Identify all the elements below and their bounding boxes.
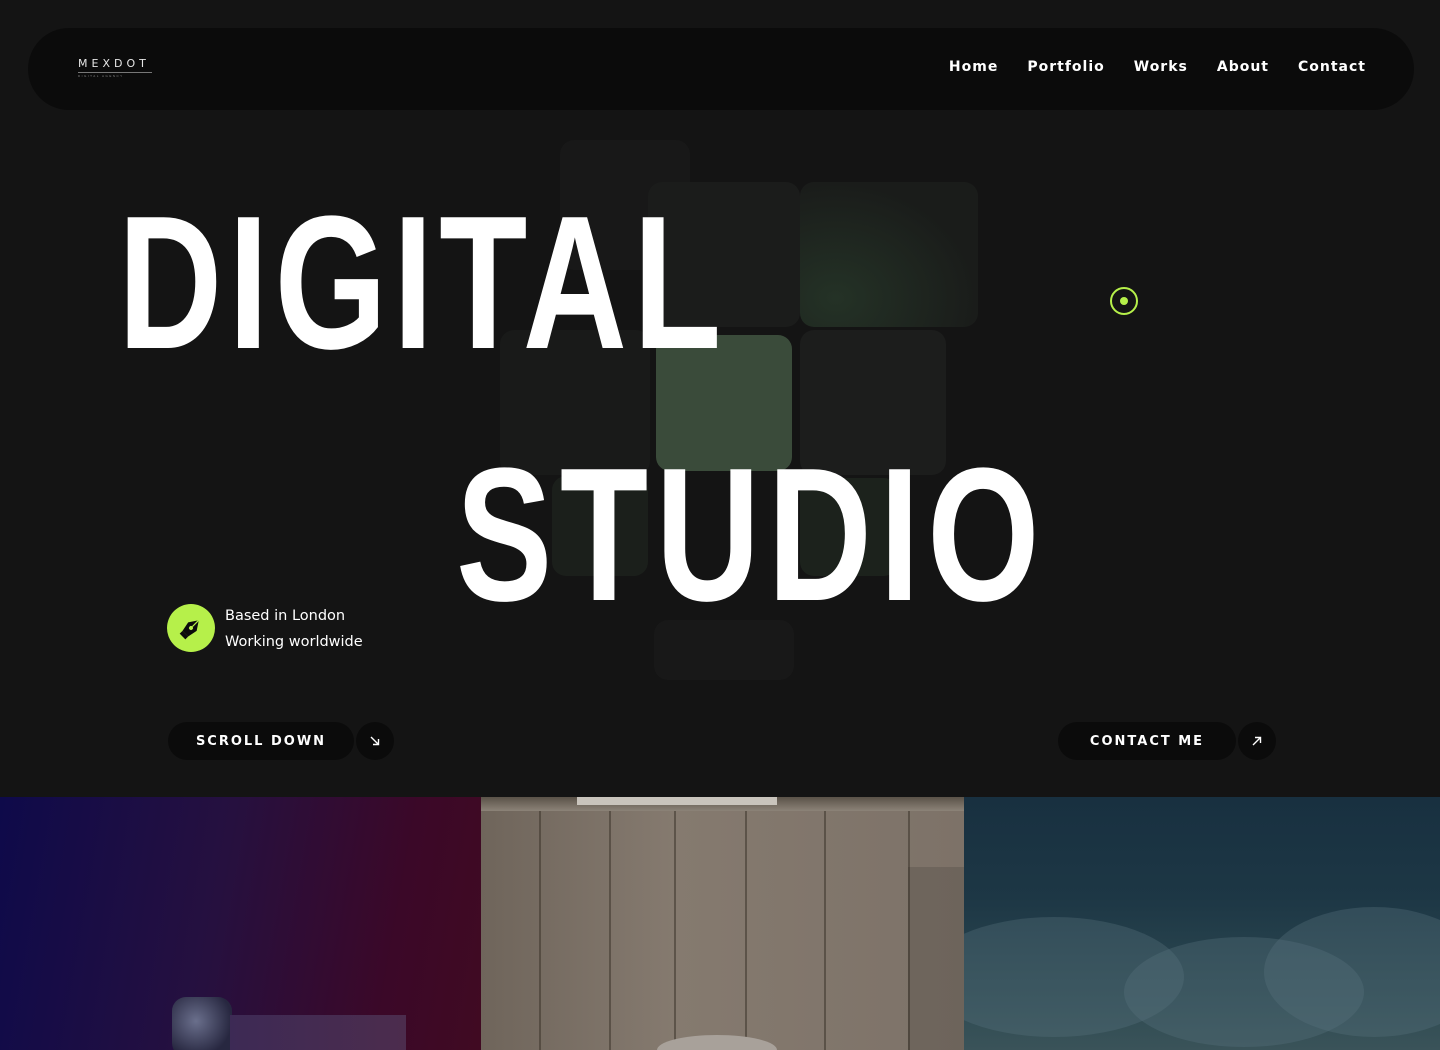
- main-nav: Home Portfolio Works About Contact: [949, 59, 1366, 75]
- logo-underline: [78, 72, 152, 73]
- logo-text: MEXDOT: [78, 57, 150, 70]
- image-wall-seam: [674, 811, 676, 1050]
- image-wall-seam: [824, 811, 826, 1050]
- logo[interactable]: MEXDOT DIGITAL AGENCY: [78, 57, 152, 78]
- location-line1: Based in London: [225, 608, 346, 624]
- arrow-up-right-icon[interactable]: [1238, 722, 1276, 760]
- arrow-down-right-icon[interactable]: [356, 722, 394, 760]
- contact-me-button[interactable]: CONTACT ME: [1058, 722, 1236, 760]
- hero-title-line1: DIGITAL: [118, 177, 728, 389]
- portfolio-gallery: [0, 797, 1440, 1050]
- navbar: MEXDOT DIGITAL AGENCY Home Portfolio Wor…: [28, 28, 1414, 110]
- pen-nib-icon: [167, 604, 215, 652]
- image-wall-seam: [745, 811, 747, 1050]
- bg-tile: [800, 182, 978, 327]
- nav-about[interactable]: About: [1217, 59, 1269, 75]
- nav-home[interactable]: Home: [949, 59, 998, 75]
- location-line2: Working worldwide: [225, 634, 363, 650]
- nav-contact[interactable]: Contact: [1298, 59, 1366, 75]
- target-dot-icon: [1110, 287, 1138, 315]
- image-wall-seam: [539, 811, 541, 1050]
- gallery-image-3[interactable]: [964, 797, 1440, 1050]
- image-ceiling-light: [577, 797, 777, 805]
- gallery-image-1[interactable]: [0, 797, 481, 1050]
- image-shadow: [908, 867, 964, 1050]
- scroll-down-button[interactable]: SCROLL DOWN: [168, 722, 354, 760]
- nav-portfolio[interactable]: Portfolio: [1027, 59, 1104, 75]
- image-object: [172, 997, 232, 1050]
- hero-section: MEXDOT DIGITAL AGENCY Home Portfolio Wor…: [0, 0, 1440, 797]
- gallery-image-2[interactable]: [481, 797, 964, 1050]
- location-info: Based in London Working worldwide: [225, 603, 363, 655]
- nav-works[interactable]: Works: [1134, 59, 1188, 75]
- hero-title-line2: STUDIO: [456, 429, 1048, 641]
- logo-tagline: DIGITAL AGENCY: [78, 74, 124, 78]
- image-wall-seam: [609, 811, 611, 1050]
- image-object: [230, 1015, 406, 1050]
